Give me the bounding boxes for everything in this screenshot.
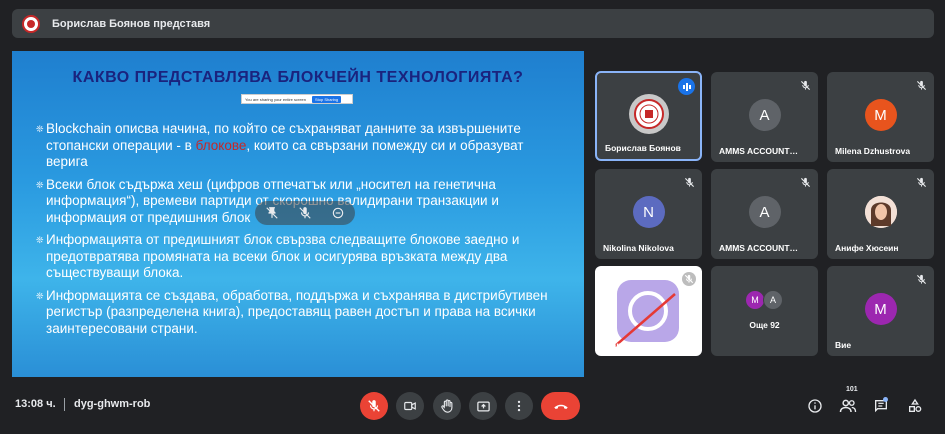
participant-name: AMMS ACCOUNT… [719,243,799,253]
camera-off-placeholder-icon [615,280,679,347]
self-tile[interactable]: M Вие [827,266,934,356]
profile-photo-icon [864,196,897,228]
presenter-label: Борислав Боянов представя [52,17,211,30]
meeting-details-button[interactable] [805,396,825,416]
mute-icon[interactable] [298,206,312,220]
participant-name: Борислав Боянов [605,143,681,153]
participant-tile[interactable]: Борислав Боянов [595,71,702,161]
slide-bullet: ❊ Blockchain описва начина, по който се с… [36,121,566,171]
raise-hand-button[interactable] [433,392,461,420]
avatar: A [763,290,783,310]
avatar: M [745,290,765,310]
mic-off-icon [914,272,928,286]
more-icon [517,400,521,412]
leave-call-button[interactable] [541,392,580,420]
tile-overlay-controls [255,201,355,225]
shared-screen: КАКВО ПРЕДСТАВЛЯВА БЛОКЧЕЙН ТЕХНОЛОГИЯТА… [12,51,584,377]
stop-sharing-button[interactable]: Stop Sharing [312,95,342,103]
call-end-icon [553,404,568,409]
presenter-logo-icon [22,14,40,33]
meet-window: Борислав Боянов представя КАКВО ПРЕДСТАВ… [0,0,945,434]
participant-name: AMMS ACCOUNT… [719,146,799,156]
avatar: A [748,196,781,228]
bullet-marker: ❊ [36,290,44,301]
participant-tile[interactable]: Анифе Хюсеин [827,169,934,259]
meeting-time: 13:08 ч. [15,398,56,410]
slide-bullet: ❊ Информацията от предишният блок свързва… [36,232,566,282]
present-button[interactable] [469,392,497,420]
chat-button[interactable] [871,396,891,416]
people-button[interactable] [838,396,858,416]
bullet-marker: ❊ [36,235,44,245]
university-seal-icon [633,99,664,129]
slide-title: КАКВО ПРЕДСТАВЛЯВА БЛОКЧЕЙН ТЕХНОЛОГИЯТА… [72,69,524,86]
speaking-indicator-icon [678,78,695,95]
participant-name: Stamir [603,340,630,350]
avatar-photo [864,196,897,228]
avatar: M [864,293,897,325]
participant-tile[interactable]: N Nikolina Nikolova [595,169,702,259]
mic-off-icon [682,272,696,286]
participant-name: Вие [835,340,852,350]
remove-icon[interactable] [331,206,345,220]
bullet-marker: ❊ [36,124,44,134]
slide-bullets: ❊ Blockchain описва начина, по който се с… [36,121,566,343]
bullet-highlight: блокове [195,137,247,153]
pin-icon[interactable] [265,206,279,220]
bullet-marker: ❊ [36,179,44,190]
others-tile[interactable]: M A Още 92 [711,266,818,356]
participant-tile[interactable]: M Milena Dzhustrova [827,72,934,162]
unread-dot [883,397,888,402]
participant-tile[interactable]: A AMMS ACCOUNT… [711,169,818,259]
share-banner: You are sharing your entire screen Stop … [241,94,353,104]
avatar: N [632,196,665,228]
more-options-button[interactable] [505,392,533,420]
participant-name: Nikolina Nikolova [603,243,674,253]
mic-off-icon [914,78,928,92]
mic-off-icon [798,78,812,92]
participant-name: Анифе Хюсеин [835,243,899,253]
mic-off-icon [682,175,696,189]
presenter-bar: Борислав Боянов представя [12,9,934,38]
hand-icon [440,398,452,413]
bullet-text: Информацията от предишният блок свързва … [46,232,520,280]
slide-bullet: ❊ Информацията се създава, обработва, под… [36,288,566,338]
avatar: M [864,99,897,131]
info-icon [808,399,822,413]
avatar [628,94,669,134]
participant-name: Milena Dzhustrova [835,146,911,156]
people-icon [839,399,857,413]
avatar: A [748,99,781,131]
present-icon [476,401,490,411]
camera-toggle-button[interactable] [396,392,424,420]
mic-off-icon [914,175,928,189]
share-banner-text: You are sharing your entire screen [245,96,306,102]
activities-button[interactable] [905,396,925,416]
others-count-label: Още 92 [749,320,780,330]
divider [64,398,65,411]
bullet-text: Информацията се създава, обработва, подд… [46,287,548,336]
activities-icon [909,398,922,412]
mic-off-icon [798,175,812,189]
videocam-icon [404,401,416,411]
people-count-badge: 101 [846,386,858,393]
participant-tile[interactable]: Stamir [595,266,702,356]
mic-toggle-button[interactable] [360,392,388,420]
participant-tile[interactable]: A AMMS ACCOUNT… [711,72,818,162]
mic-off-icon [368,400,380,412]
meeting-code: dyg-ghwm-rob [74,398,151,410]
